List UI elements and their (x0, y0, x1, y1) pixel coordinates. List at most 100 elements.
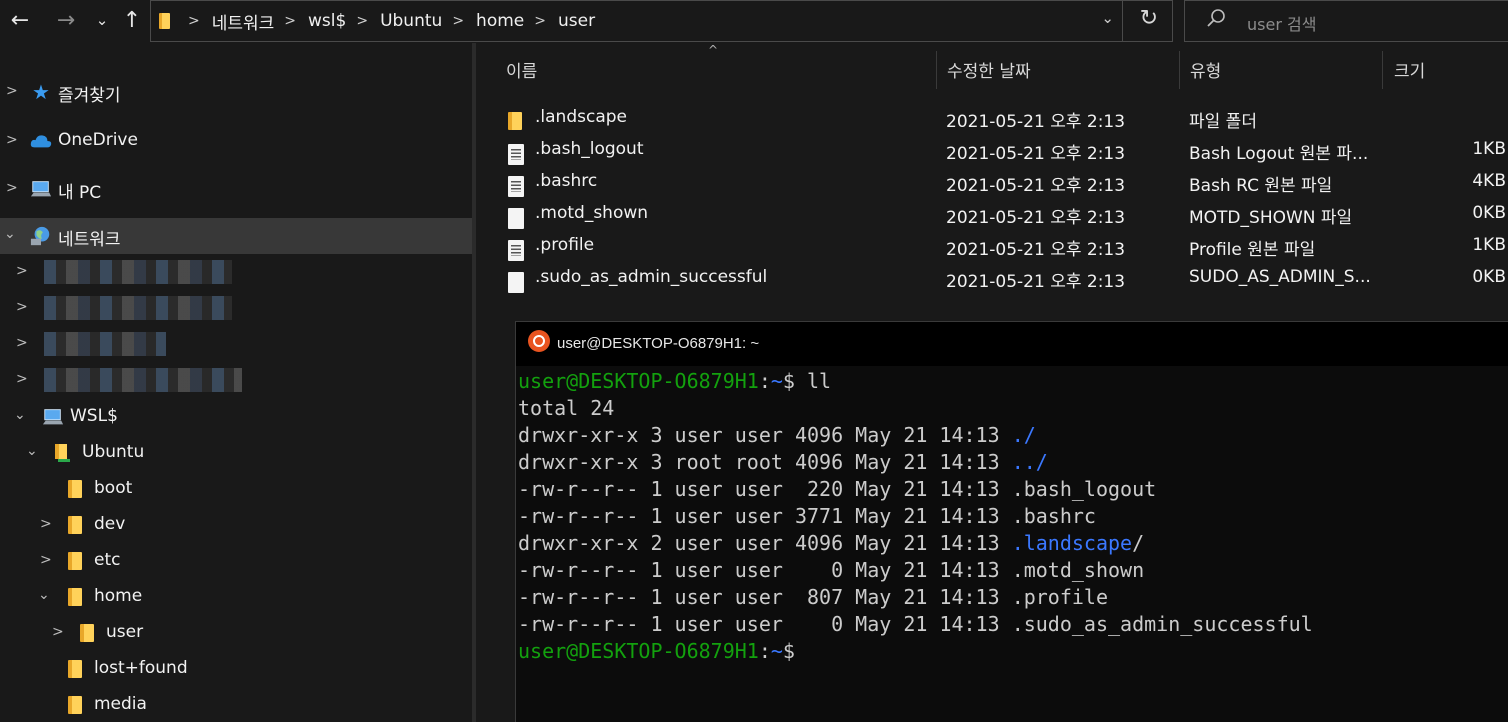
nav-item-folder-media[interactable]: media (0, 687, 472, 722)
collapse-chevron-icon[interactable]: ⌄ (38, 587, 50, 603)
expand-chevron-icon[interactable]: > (6, 132, 18, 148)
nav-item-onedrive[interactable]: > OneDrive (0, 123, 472, 159)
expand-chevron-icon[interactable]: > (6, 180, 18, 196)
prompt-separator: : (758, 639, 771, 663)
folder-icon (64, 694, 86, 716)
breadcrumb-separator-icon: > (534, 13, 546, 29)
address-history-dropdown-icon[interactable]: ⌄ (1101, 9, 1114, 27)
terminal-window[interactable]: user@DESKTOP-O6879H1: ~ user@DESKTOP-O68… (515, 321, 1508, 722)
terminal-line: -rw-r--r-- 1 user user 220 May 21 14:13 … (518, 477, 1157, 501)
file-row[interactable]: .landscape 2021-05-21 오후 2:13 파일 폴더 (476, 102, 1508, 134)
address-field[interactable]: > 네트워크 > wsl$ > Ubuntu > home > user ⌄ ↻ (150, 0, 1173, 42)
nav-item-folder-boot[interactable]: boot (0, 471, 472, 507)
breadcrumb-user[interactable]: user (558, 11, 595, 31)
breadcrumb-wsl[interactable]: wsl$ (308, 11, 346, 31)
file-type: SUDO_AS_ADMIN_S... (1189, 267, 1371, 287)
redacted-name (44, 332, 166, 356)
expand-chevron-icon[interactable]: > (40, 516, 52, 532)
breadcrumb-separator-icon: > (356, 13, 369, 29)
nav-item-folder-etc[interactable]: > etc (0, 543, 472, 579)
column-divider[interactable] (1179, 51, 1180, 89)
prompt-symbol: $ (782, 369, 808, 393)
nav-label: OneDrive (58, 130, 138, 150)
nav-item-folder-lost-found[interactable]: lost+found (0, 651, 472, 687)
ubuntu-logo-icon (528, 330, 550, 352)
nav-item-network-computer[interactable]: > (0, 290, 472, 326)
expand-chevron-icon[interactable]: > (52, 624, 64, 640)
expand-chevron-icon[interactable]: > (16, 371, 28, 387)
search-input[interactable]: user 검색 (1247, 11, 1316, 35)
redacted-name (44, 368, 242, 392)
nav-label: 즐겨찾기 (58, 86, 121, 106)
column-header-date[interactable]: 수정한 날짜 (947, 57, 1031, 82)
nav-label: Ubuntu (82, 442, 145, 462)
expand-chevron-icon[interactable]: > (16, 299, 28, 315)
network-computer-icon (42, 406, 64, 428)
breadcrumb-separator-icon: > (284, 13, 297, 29)
terminal-line: -rw-r--r-- 1 user user 0 May 21 14:13 .m… (518, 558, 1145, 582)
refresh-icon[interactable]: ↻ (1140, 6, 1158, 31)
file-name: .landscape (535, 107, 627, 127)
prompt-symbol: $ (782, 639, 795, 663)
breadcrumb-home[interactable]: home (476, 11, 524, 31)
nav-item-network[interactable]: ⌄ 네트워크 (0, 218, 472, 254)
file-type: Profile 원본 파일 (1189, 240, 1316, 260)
nav-item-quick-access[interactable]: > ★ 즐겨찾기 (0, 74, 472, 110)
file-row[interactable]: .motd_shown 2021-05-21 오후 2:13 MOTD_SHOW… (476, 198, 1508, 230)
nav-item-folder-user[interactable]: > user (0, 615, 472, 651)
file-date: 2021-05-21 오후 2:13 (946, 208, 1126, 228)
command-text: ll (807, 369, 832, 393)
nav-label: WSL$ (70, 406, 118, 426)
nav-label: home (94, 586, 143, 606)
nav-item-folder-dev[interactable]: > dev (0, 507, 472, 543)
column-divider[interactable] (936, 51, 937, 89)
file-row[interactable]: .profile 2021-05-21 오후 2:13 Profile 원본 파… (476, 230, 1508, 262)
terminal-output[interactable]: user@DESKTOP-O6879H1:~$ ll total 24 drwxr-… (518, 368, 1313, 665)
back-arrow-icon[interactable]: ← (6, 6, 34, 34)
breadcrumb-network[interactable]: 네트워크 (212, 9, 275, 34)
nav-label: dev (94, 514, 126, 534)
column-header-name[interactable]: 이름 (506, 57, 537, 82)
nav-item-wsl[interactable]: ⌄ WSL$ (0, 399, 472, 435)
file-size: 0KB (1472, 267, 1506, 287)
nav-item-network-computer[interactable]: > (0, 326, 472, 362)
terminal-line: total 24 (518, 396, 615, 420)
file-row[interactable]: .bashrc 2021-05-21 오후 2:13 Bash RC 원본 파일… (476, 166, 1508, 198)
breadcrumb-separator-icon: > (452, 13, 465, 29)
prompt-user: user@DESKTOP-O6879H1 (518, 639, 759, 663)
file-row[interactable]: .sudo_as_admin_successful 2021-05-21 오후 … (476, 262, 1508, 294)
collapse-chevron-icon[interactable]: ⌄ (26, 443, 38, 459)
terminal-line: drwxr-xr-x 2 user user 4096 May 21 14:13… (518, 531, 1145, 555)
expand-chevron-icon[interactable]: > (16, 263, 28, 279)
nav-label: user (106, 622, 144, 642)
search-box[interactable]: user 검색 (1184, 0, 1508, 42)
nav-label: etc (94, 550, 121, 570)
nav-item-network-computer[interactable]: > (0, 362, 472, 398)
terminal-title-bar[interactable]: user@DESKTOP-O6879H1: ~ (516, 322, 1508, 366)
nav-item-folder-home[interactable]: ⌄ home (0, 579, 472, 615)
collapse-chevron-icon[interactable]: ⌄ (14, 407, 26, 423)
file-size: 1KB (1472, 235, 1506, 255)
nav-label: boot (94, 478, 133, 498)
folder-icon (64, 550, 86, 572)
column-divider[interactable] (1382, 51, 1383, 89)
forward-arrow-icon[interactable]: → (52, 6, 80, 34)
nav-item-network-computer[interactable]: > (0, 254, 472, 290)
expand-chevron-icon[interactable]: > (40, 552, 52, 568)
terminal-line: -rw-r--r-- 1 user user 0 May 21 14:13 .s… (518, 612, 1313, 636)
expand-chevron-icon[interactable]: > (6, 83, 18, 99)
column-header-type[interactable]: 유형 (1190, 57, 1221, 82)
nav-item-this-pc[interactable]: > 내 PC (0, 171, 472, 207)
file-name: .motd_shown (535, 203, 649, 223)
collapse-chevron-icon[interactable]: ⌄ (4, 226, 16, 242)
terminal-title: user@DESKTOP-O6879H1: ~ (557, 335, 760, 352)
nav-item-ubuntu[interactable]: ⌄ Ubuntu (0, 435, 472, 471)
recent-locations-chevron-icon[interactable]: ⌄ (88, 6, 116, 34)
expand-chevron-icon[interactable]: > (16, 335, 28, 351)
column-header-size[interactable]: 크기 (1394, 57, 1425, 82)
terminal-line: -rw-r--r-- 1 user user 807 May 21 14:13 … (518, 585, 1109, 609)
up-arrow-icon[interactable]: ↑ (118, 6, 146, 34)
redacted-name (44, 296, 232, 320)
file-row[interactable]: .bash_logout 2021-05-21 오후 2:13 Bash Log… (476, 134, 1508, 166)
breadcrumb-ubuntu[interactable]: Ubuntu (380, 11, 442, 31)
